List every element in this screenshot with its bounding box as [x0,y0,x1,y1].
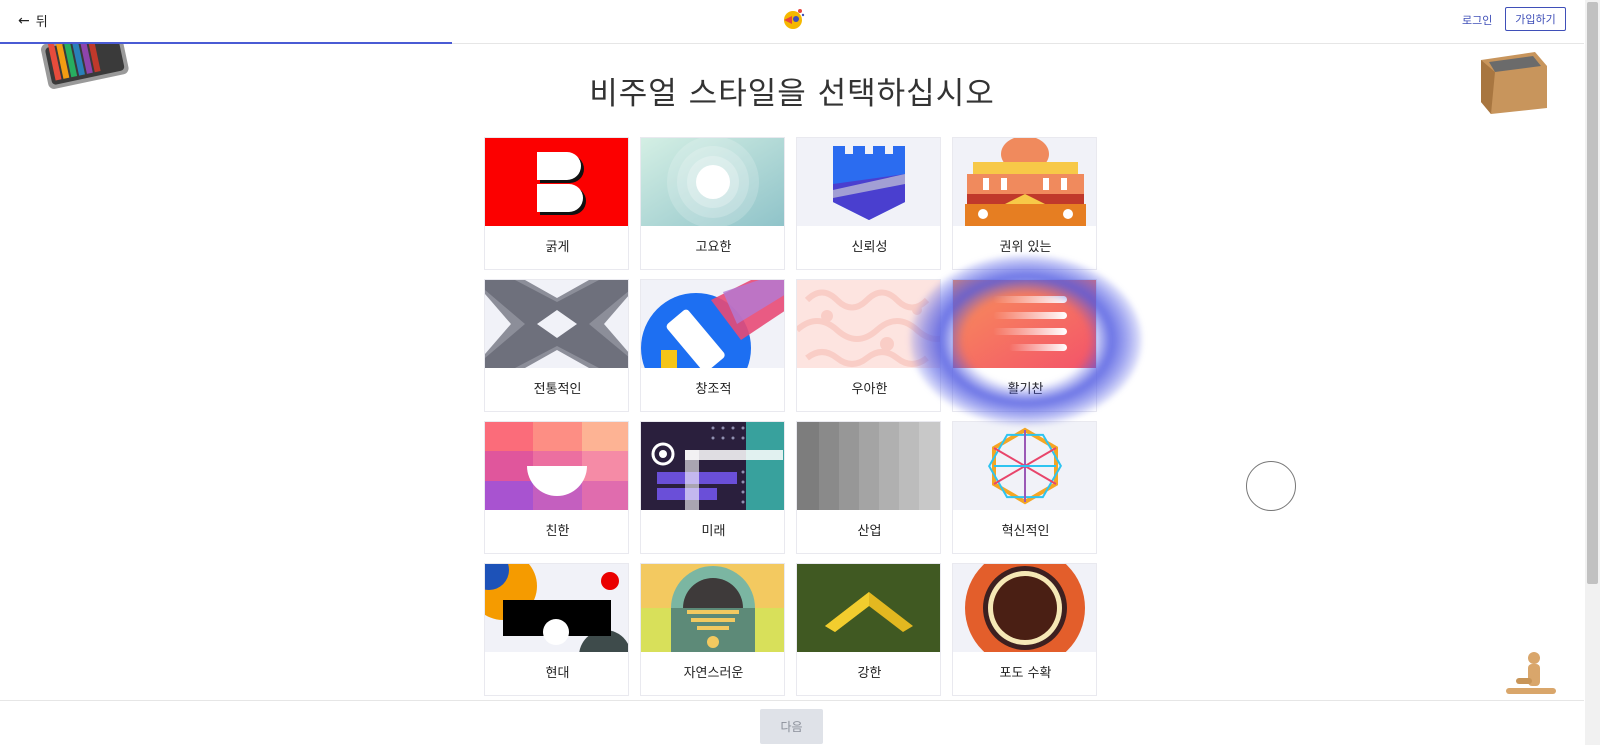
style-card-vibrant[interactable]: 활기찬 [952,279,1097,412]
app-logo[interactable] [780,6,806,32]
innovative-style-icon [953,422,1096,510]
style-card-innovative[interactable]: 혁신적인 [952,421,1097,554]
style-label: 미래 [701,524,726,539]
style-card-authoritative[interactable]: 권위 있는 [952,137,1097,270]
style-label: 강한 [857,666,882,681]
industrial-style-icon [797,422,940,510]
vintage-style-icon [953,564,1096,652]
style-card-bold[interactable]: 굵게 [484,137,629,270]
style-label: 굵게 [545,240,570,255]
style-card-modern[interactable]: 현대 [484,563,629,696]
style-label: 신뢰성 [851,240,888,255]
style-label: 권위 있는 [999,240,1052,255]
calm-style-icon [641,138,784,226]
style-label: 친한 [545,524,570,539]
traditional-style-icon [485,280,628,368]
vertical-scrollbar[interactable] [1585,0,1600,745]
style-card-natural[interactable]: 자연스러운 [640,563,785,696]
strong-style-icon [797,564,940,652]
style-card-elegant[interactable]: 우아한 [796,279,941,412]
authoritative-style-icon [953,138,1096,226]
creative-style-icon [641,280,784,368]
style-label: 산업 [857,524,882,539]
friendly-style-icon [485,422,628,510]
style-label: 고요한 [695,240,732,255]
style-card-vintage[interactable]: 포도 수확 [952,563,1097,696]
style-card-calm[interactable]: 고요한 [640,137,785,270]
style-label: 전통적인 [533,382,582,397]
wooden-box-decoration [1481,52,1547,114]
style-card-traditional[interactable]: 전통적인 [484,279,629,412]
page-title: 비주얼 스타일을 선택하십시오 [589,76,995,112]
style-card-industrial[interactable]: 산업 [796,421,941,554]
back-label: 뒤 [35,15,48,30]
future-style-icon [641,422,784,510]
vibrant-style-icon [953,280,1096,368]
style-card-future[interactable]: 미래 [640,421,785,554]
bottom-action-bar: 다음 [0,700,1584,745]
next-button[interactable]: 다음 [760,709,823,744]
scrollbar-thumb[interactable] [1587,2,1598,584]
progress-bar [0,42,452,44]
style-label: 자연스러운 [683,666,744,681]
style-card-trust[interactable]: 신뢰성 [796,137,941,270]
style-selection-page: ← 뒤 로그인 가입하기 비주얼 스타일을 선택하십시오 굵게 고요한 신뢰성 … [0,0,1600,745]
login-link[interactable]: 로그인 [1462,12,1492,28]
natural-style-icon [641,564,784,652]
modern-style-icon [485,564,628,652]
back-button[interactable]: ← 뒤 [18,11,48,31]
arrow-left-icon: ← [18,12,30,29]
style-label: 활기찬 [1007,382,1044,397]
trust-style-icon [797,138,940,226]
cursor-indicator [1246,461,1296,511]
style-card-friendly[interactable]: 친한 [484,421,629,554]
elegant-style-icon [797,280,940,368]
style-label: 창조적 [695,382,732,397]
style-card-strong[interactable]: 강한 [796,563,941,696]
wooden-mannequin-decoration [1506,652,1556,694]
style-label: 포도 수확 [999,666,1052,681]
style-label: 현대 [545,666,570,681]
style-label: 혁신적인 [1001,524,1050,539]
bold-style-icon [485,138,628,226]
style-card-creative[interactable]: 창조적 [640,279,785,412]
signup-button[interactable]: 가입하기 [1505,7,1566,31]
top-navigation-bar: ← 뒤 로그인 가입하기 [0,0,1584,44]
style-label: 우아한 [851,382,888,397]
